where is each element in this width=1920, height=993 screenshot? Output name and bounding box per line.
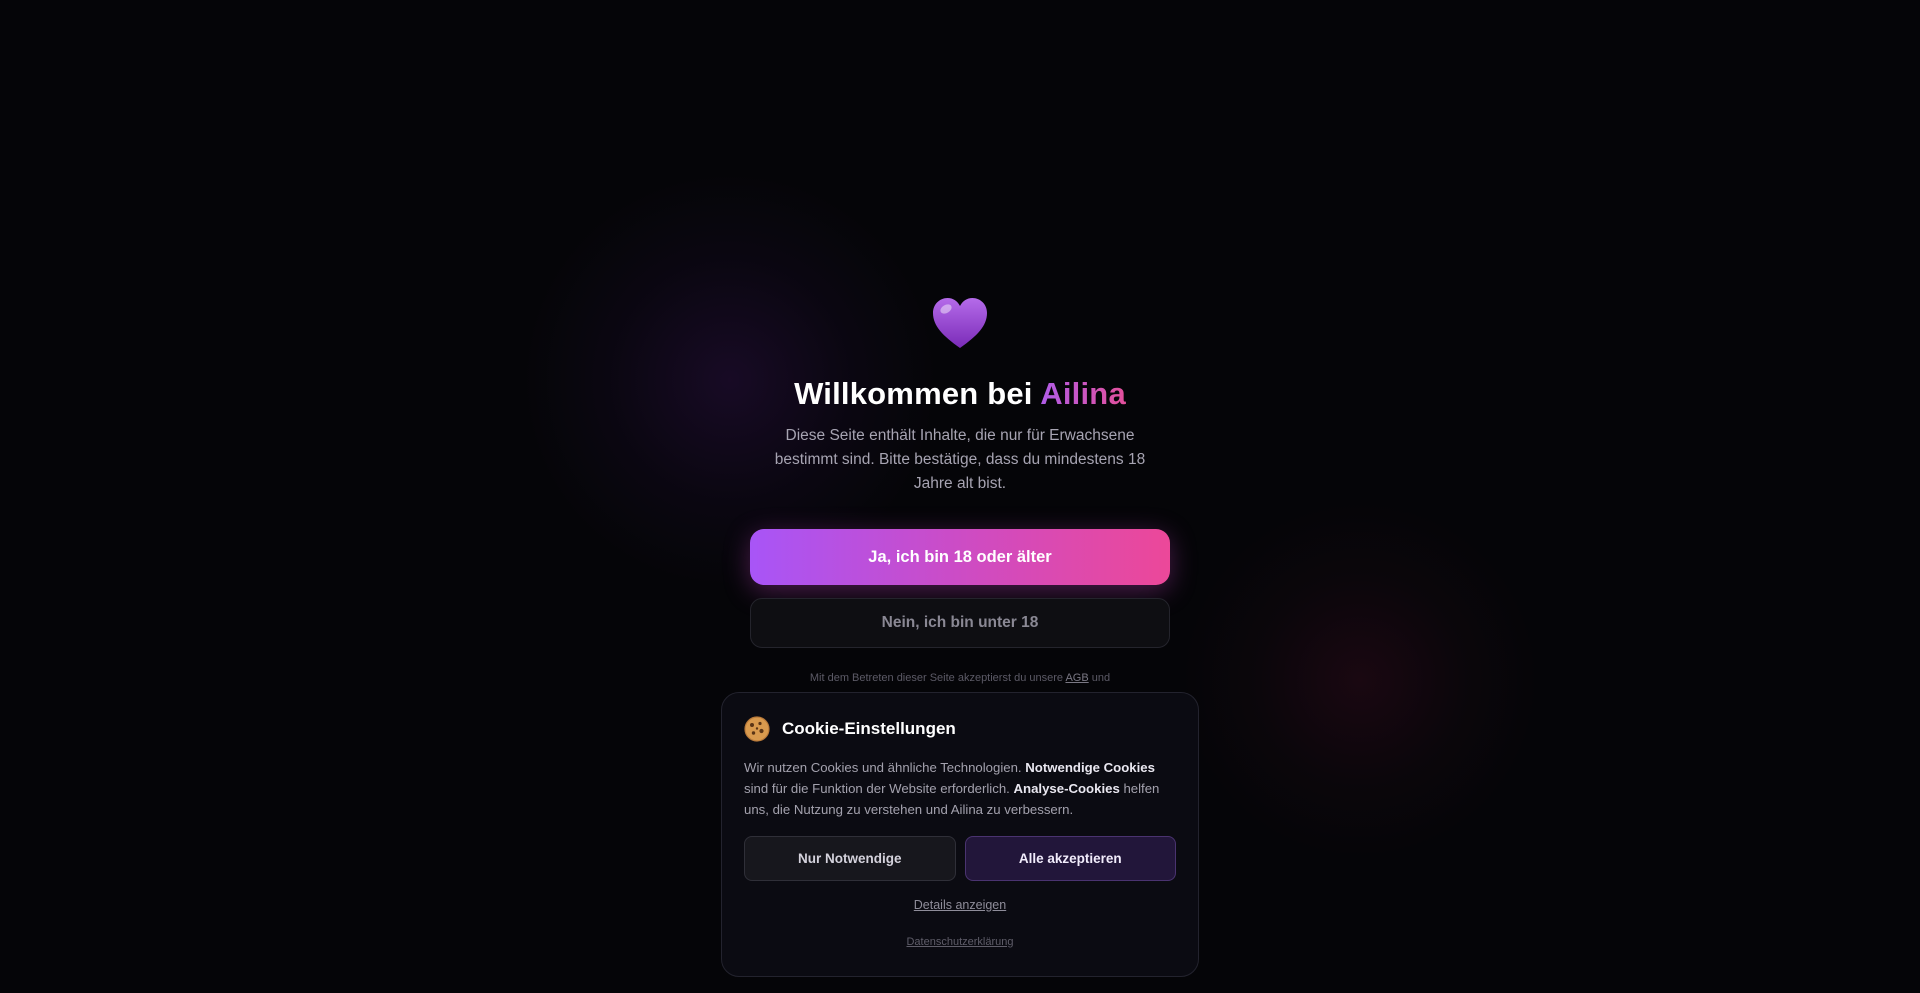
purple-heart-icon bbox=[933, 298, 987, 348]
cookie-actions: Nur Notwendige Alle akzeptieren bbox=[744, 836, 1176, 881]
confirm-age-button[interactable]: Ja, ich bin 18 oder älter bbox=[750, 529, 1170, 585]
cookie-icon bbox=[744, 716, 770, 742]
title-prefix: Willkommen bei bbox=[794, 376, 1041, 411]
legal-prefix: Mit dem Betreten dieser Seite akzeptiers… bbox=[809, 672, 1066, 684]
deny-age-button[interactable]: Nein, ich bin unter 18 bbox=[750, 598, 1170, 648]
legal-suffix: und bbox=[1088, 672, 1111, 684]
legal-notice: Mit dem Betreten dieser Seite akzeptiers… bbox=[810, 672, 1110, 684]
cookie-text-part-2: sind für die Funktion der Website erford… bbox=[744, 781, 1014, 796]
brand-name: Ailina bbox=[1040, 376, 1126, 411]
terms-link[interactable]: AGB bbox=[1065, 672, 1088, 684]
age-gate-description: Diese Seite enthält Inhalte, die nur für… bbox=[774, 427, 1146, 492]
page-title: Willkommen bei Ailina bbox=[794, 376, 1126, 412]
cookie-banner: Cookie-Einstellungen Wir nutzen Cookies … bbox=[721, 692, 1199, 977]
cookie-banner-title: Cookie-Einstellungen bbox=[782, 719, 956, 738]
accept-all-button[interactable]: Alle akzeptieren bbox=[964, 836, 1176, 881]
show-details-link[interactable]: Details anzeigen bbox=[744, 898, 1176, 912]
cookie-text-part-1: Wir nutzen Cookies und ähnliche Technolo… bbox=[744, 760, 1026, 775]
necessary-only-button[interactable]: Nur Notwendige bbox=[744, 836, 956, 881]
cookie-banner-text: Wir nutzen Cookies und ähnliche Technolo… bbox=[744, 757, 1176, 820]
age-gate: Willkommen bei Ailina Diese Seite enthäl… bbox=[0, 0, 1920, 684]
cookie-banner-header: Cookie-Einstellungen bbox=[744, 715, 1176, 743]
privacy-policy-link[interactable]: Datenschutzerklärung bbox=[744, 936, 1176, 948]
necessary-cookies-label: Notwendige Cookies bbox=[1025, 760, 1155, 775]
analytics-cookies-label: Analyse-Cookies bbox=[1013, 781, 1120, 796]
